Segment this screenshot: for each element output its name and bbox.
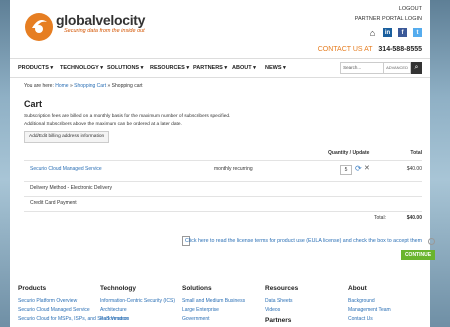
breadcrumb: You are here: Home » Shopping Cart » Sho…: [24, 83, 143, 89]
footer-link[interactable]: Large Enterprise: [182, 306, 245, 315]
twitter-icon[interactable]: t: [413, 28, 422, 37]
billing-period: monthly recurring: [214, 166, 253, 172]
nav-news[interactable]: NEWS ▾: [265, 65, 286, 71]
footer-link[interactable]: Architecture: [100, 306, 175, 315]
billing-note: Subscription fees are billed on a monthl…: [24, 114, 231, 119]
footer-heading: About: [348, 285, 367, 292]
footer-link[interactable]: Contact Us: [348, 315, 391, 324]
footer-link[interactable]: Background: [348, 297, 391, 306]
contact-label: CONTACT US AT: [317, 46, 373, 53]
breadcrumb-home[interactable]: Home: [55, 83, 68, 89]
social-links: ⌂ in f t: [368, 28, 422, 38]
linkedin-icon[interactable]: in: [383, 28, 392, 37]
main-nav: PRODUCTS ▾ TECHNOLOGY ▾ SOLUTIONS ▾ RESO…: [10, 58, 430, 78]
footer-col-about: About Background Management Team Contact…: [348, 285, 391, 324]
license-terms-link[interactable]: Click here to read the license terms for…: [185, 238, 422, 244]
payment-row: Credit Card Payment: [24, 196, 422, 209]
footer-link[interactable]: Small and Medium Business: [182, 297, 245, 306]
nav-solutions[interactable]: SOLUTIONS ▾: [107, 65, 143, 71]
delivery-row: Delivery Method - Electronic Delivery: [24, 181, 422, 194]
nav-technology[interactable]: TECHNOLOGY ▾: [60, 65, 103, 71]
footer-heading: Resources: [265, 285, 299, 292]
footer-heading: Technology: [100, 285, 136, 292]
search-bar: Search... ADVANCED ⌕: [340, 62, 422, 74]
footer-col-solutions: Solutions Small and Medium Business Larg…: [182, 285, 245, 324]
cart-table-header: Quantity / Update Total: [24, 150, 422, 158]
footer: Products Securio Platform Overview Secur…: [10, 275, 430, 327]
page-title: Cart: [24, 99, 43, 109]
footer-col-technology: Technology Information-Centric Security …: [100, 285, 175, 324]
breadcrumb-current: Shopping cart: [111, 83, 143, 89]
home-icon[interactable]: ⌂: [368, 28, 377, 38]
breadcrumb-shopping-cart[interactable]: Shopping Cart: [74, 83, 106, 89]
total-row: Total: $40.00: [24, 211, 422, 222]
tagline: Securing data from the inside out: [64, 28, 145, 34]
total-value: $40.00: [406, 215, 422, 221]
footer-heading: Solutions: [182, 285, 212, 292]
footer-col-resources: Resources Data Sheets Videos Partners: [265, 285, 298, 324]
refresh-icon[interactable]: ⟳: [355, 165, 362, 173]
delete-icon[interactable]: ✕: [364, 165, 370, 173]
facebook-icon[interactable]: f: [398, 28, 407, 37]
brand-name[interactable]: globalvelocity: [56, 12, 145, 28]
delivery-method: Delivery Method - Electronic Delivery: [30, 185, 112, 191]
subscriber-note: Additional Subscribers above the maximum…: [24, 122, 182, 127]
nav-resources[interactable]: RESOURCES ▾: [150, 65, 189, 71]
quantity-input[interactable]: 5: [340, 165, 352, 175]
phone-number[interactable]: 314-588-8555: [378, 46, 422, 53]
nav-about[interactable]: ABOUT ▾: [232, 65, 256, 71]
footer-heading: Partners: [265, 317, 292, 324]
footer-link[interactable]: Performance: [100, 315, 175, 324]
logo-icon[interactable]: [24, 12, 54, 42]
col-quantity-header: Quantity / Update: [328, 150, 370, 156]
total-label: Total:: [374, 215, 386, 221]
footer-link[interactable]: Information-Centric Security (ICS): [100, 297, 175, 306]
top-links: LOGOUT PARTNER PORTAL LOGIN: [355, 4, 422, 24]
logout-link[interactable]: LOGOUT: [355, 4, 422, 14]
nav-products[interactable]: PRODUCTS ▾: [18, 65, 53, 71]
advanced-search-link[interactable]: ADVANCED: [384, 62, 411, 74]
footer-link[interactable]: Government: [182, 315, 245, 324]
continue-button[interactable]: CONTINUE: [401, 250, 435, 260]
product-link[interactable]: Securio Cloud Managed Service: [30, 166, 102, 172]
footer-link[interactable]: Management Team: [348, 306, 391, 315]
nav-partners[interactable]: PARTNERS ▾: [193, 65, 227, 71]
accept-terms-checkbox[interactable]: [428, 238, 435, 245]
search-icon[interactable]: ⌕: [411, 62, 422, 74]
partner-login-link[interactable]: PARTNER PORTAL LOGIN: [355, 14, 422, 24]
col-total-header: Total: [410, 150, 422, 156]
edit-billing-address-button[interactable]: Add/Edit billing address information: [24, 131, 110, 143]
table-row: Securio Cloud Managed Service monthly re…: [24, 160, 422, 179]
footer-link[interactable]: Data Sheets: [265, 297, 298, 306]
line-total: $40.00: [406, 166, 422, 172]
payment-method: Credit Card Payment: [30, 200, 77, 206]
search-input[interactable]: Search...: [340, 62, 385, 74]
contact-line: CONTACT US AT 314-588-8555: [318, 46, 422, 53]
footer-link[interactable]: Videos: [265, 306, 298, 315]
